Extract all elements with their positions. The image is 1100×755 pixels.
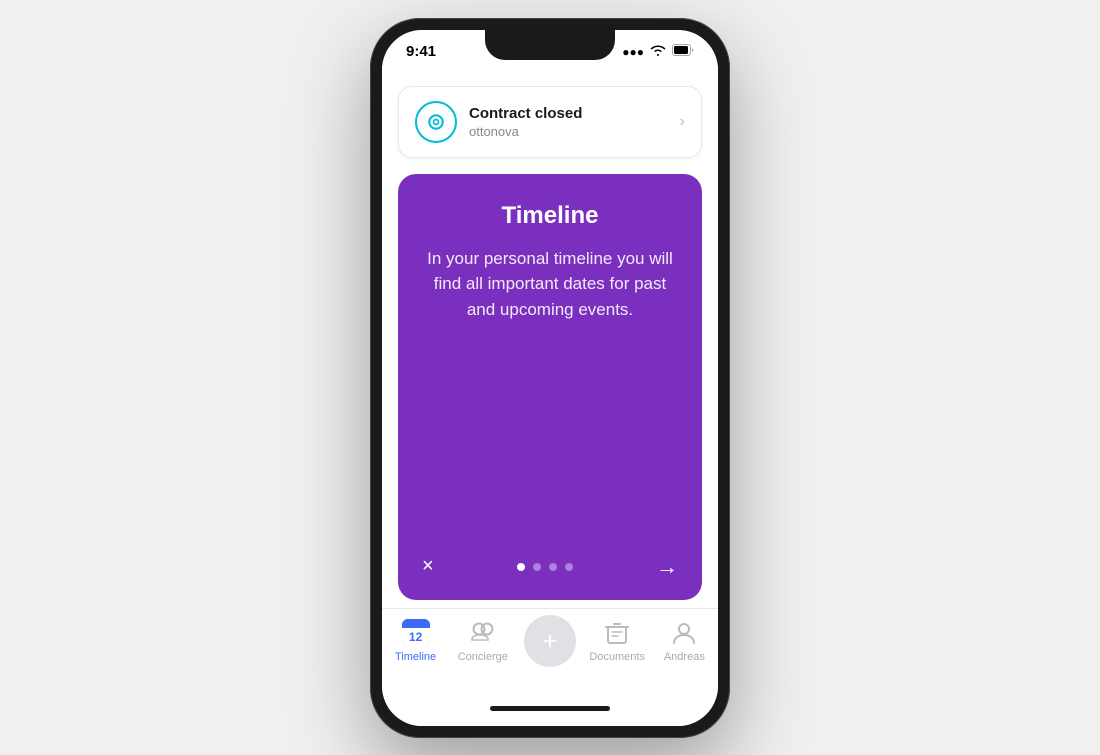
add-button[interactable]: + bbox=[524, 615, 576, 667]
andreas-tab-icon bbox=[670, 619, 698, 647]
status-icons: ●●● bbox=[622, 44, 694, 59]
timeline-tab-icon: 12 bbox=[402, 619, 430, 647]
home-bar bbox=[490, 706, 610, 711]
phone-screen: 9:41 ●●● bbox=[382, 30, 718, 726]
documents-tab-icon bbox=[603, 619, 631, 647]
card-footer: × → bbox=[422, 554, 678, 580]
tab-documents-label: Documents bbox=[589, 651, 645, 663]
tab-timeline-label: Timeline bbox=[395, 651, 436, 663]
tab-timeline[interactable]: 12 Timeline bbox=[386, 619, 446, 663]
ottonova-icon bbox=[415, 101, 457, 143]
timeline-description: In your personal timeline you will find … bbox=[422, 246, 678, 534]
tab-andreas-label: Andreas bbox=[664, 651, 705, 663]
dot-1 bbox=[517, 563, 525, 571]
battery-icon bbox=[672, 44, 694, 59]
dot-4 bbox=[565, 563, 573, 571]
main-content: Contract closed ottonova › Timeline In y… bbox=[382, 74, 718, 608]
plus-icon: + bbox=[542, 628, 557, 654]
tab-add[interactable]: + bbox=[520, 619, 580, 667]
notification-subtitle: ottonova bbox=[469, 124, 668, 139]
phone-frame: 9:41 ●●● bbox=[370, 18, 730, 738]
chevron-icon: › bbox=[680, 113, 685, 131]
notification-card[interactable]: Contract closed ottonova › bbox=[398, 86, 702, 158]
tab-concierge-label: Concierge bbox=[458, 651, 508, 663]
timeline-card: Timeline In your personal timeline you w… bbox=[398, 174, 702, 600]
notch bbox=[485, 30, 615, 60]
pagination-dots bbox=[517, 563, 573, 571]
timeline-title: Timeline bbox=[502, 202, 599, 230]
dot-3 bbox=[549, 563, 557, 571]
bottom-navigation: 12 Timeline Concierge bbox=[382, 608, 718, 692]
calendar-number: 12 bbox=[402, 628, 430, 647]
next-button[interactable]: → bbox=[656, 554, 678, 580]
tab-andreas[interactable]: Andreas bbox=[654, 619, 714, 663]
tab-documents[interactable]: Documents bbox=[587, 619, 647, 663]
tab-concierge[interactable]: Concierge bbox=[453, 619, 513, 663]
close-button[interactable]: × bbox=[422, 555, 434, 578]
dot-2 bbox=[533, 563, 541, 571]
concierge-tab-icon bbox=[469, 619, 497, 647]
signal-icon: ●●● bbox=[622, 45, 644, 59]
notification-title: Contract closed bbox=[469, 105, 668, 122]
wifi-icon bbox=[650, 44, 666, 59]
status-time: 9:41 bbox=[406, 43, 436, 60]
home-indicator bbox=[382, 692, 718, 726]
notification-text: Contract closed ottonova bbox=[469, 105, 668, 139]
